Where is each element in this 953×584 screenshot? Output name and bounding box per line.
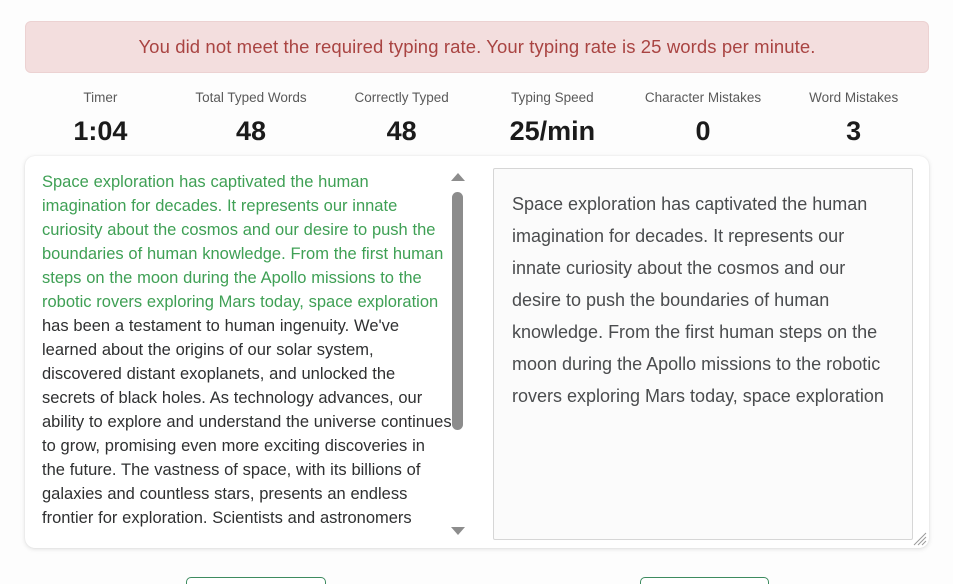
restart-button[interactable]: Restart (186, 577, 326, 584)
stat-typing-speed: Typing Speed 25/min (477, 86, 628, 148)
textarea-resize-grip-icon[interactable] (913, 532, 927, 546)
source-scrollbar[interactable] (448, 170, 470, 538)
scroll-up-arrow-icon[interactable] (451, 173, 465, 181)
stat-character-mistakes: Character Mistakes 0 (628, 86, 779, 148)
source-text-pane[interactable]: Space exploration has captivated the hum… (42, 170, 488, 538)
stat-value: 3 (846, 115, 862, 146)
stat-timer: Timer 1:04 (25, 86, 176, 148)
stat-value: 25/min (509, 115, 596, 146)
alert-message: You did not meet the required typing rat… (138, 36, 816, 57)
stat-value: 1:04 (73, 115, 128, 146)
typing-rate-alert: You did not meet the required typing rat… (25, 21, 929, 73)
stat-word-mistakes: Word Mistakes 3 (778, 86, 929, 148)
stat-label: Correctly Typed (354, 90, 449, 105)
stat-label: Timer (83, 90, 118, 105)
stat-value: 0 (695, 115, 711, 146)
source-text-typed: Space exploration has captivated the hum… (42, 173, 444, 311)
stat-value: 48 (386, 115, 417, 146)
submit-button[interactable]: Submit (640, 577, 769, 584)
stat-label: Total Typed Words (195, 90, 307, 105)
stat-label: Word Mistakes (809, 90, 899, 105)
stat-label: Typing Speed (511, 90, 594, 105)
source-text-remaining: has been a testament to human ingenuity.… (42, 317, 452, 527)
stat-value: 48 (235, 115, 267, 146)
typing-test-card: Space exploration has captivated the hum… (25, 156, 929, 548)
stat-correctly-typed: Correctly Typed 48 (326, 86, 477, 148)
scrollbar-thumb[interactable] (452, 192, 463, 430)
stats-row: Timer 1:04 Total Typed Words 48 Correctl… (25, 86, 929, 148)
stat-label: Character Mistakes (644, 90, 762, 105)
typing-input[interactable] (493, 168, 913, 540)
source-text: Space exploration has captivated the hum… (42, 170, 452, 530)
stat-total-typed-words: Total Typed Words 48 (176, 86, 327, 148)
scroll-down-arrow-icon[interactable] (451, 527, 465, 535)
typing-test-page: You did not meet the required typing rat… (0, 0, 953, 584)
